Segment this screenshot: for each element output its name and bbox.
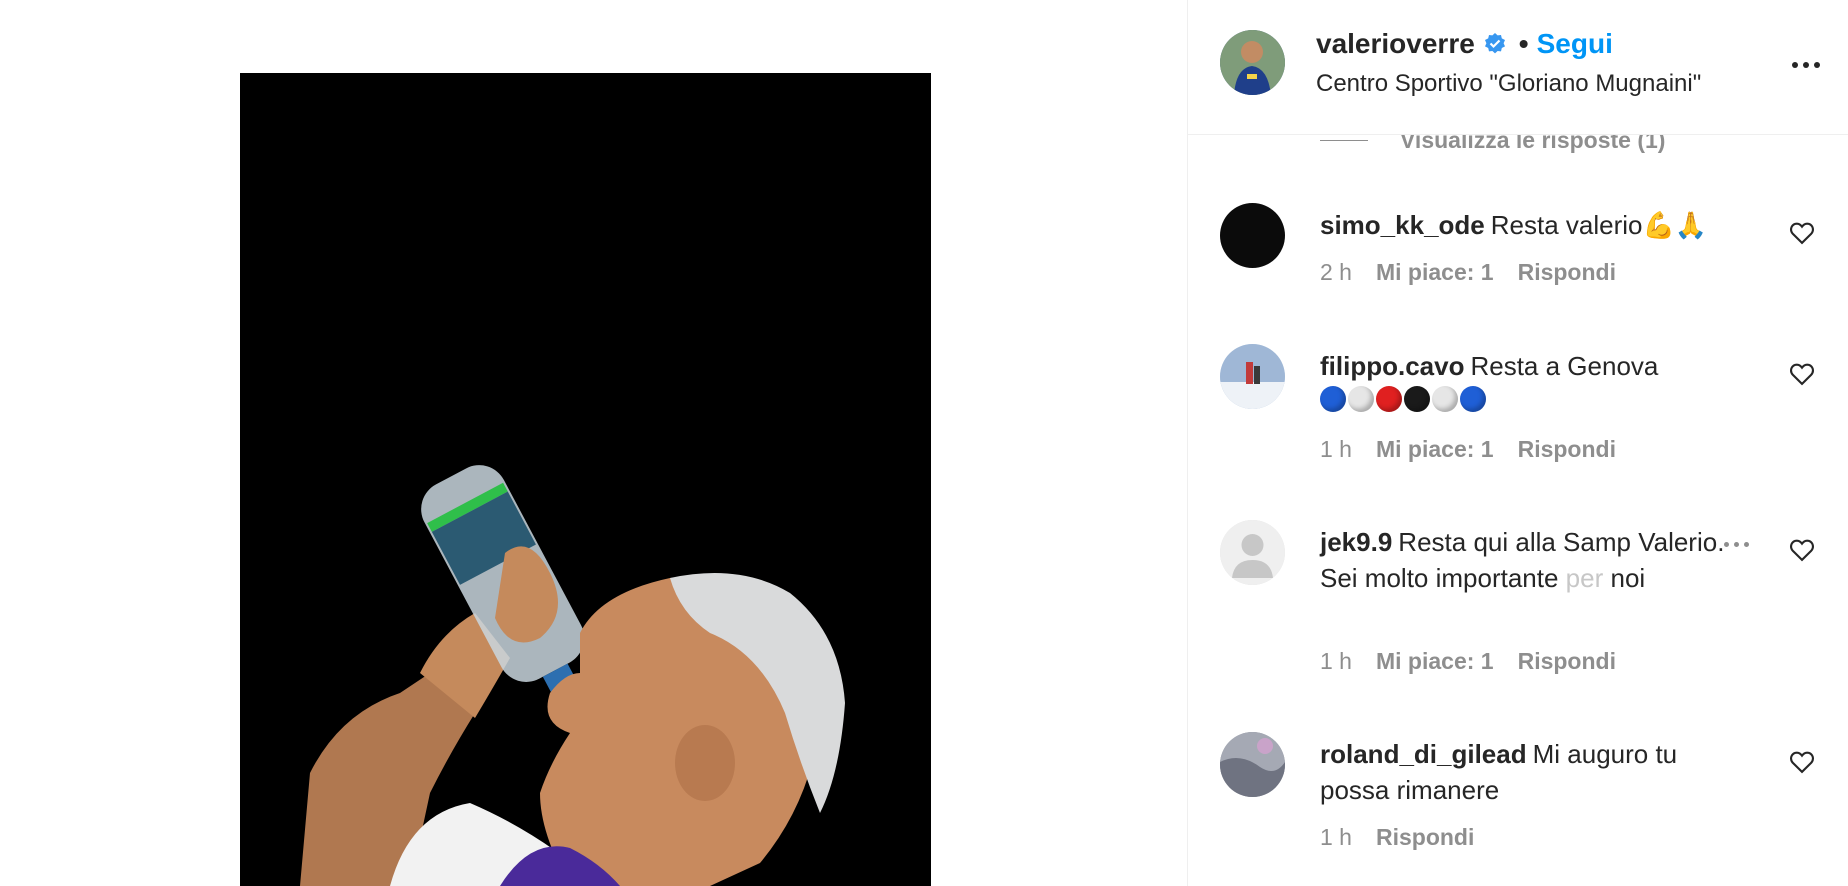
comment-time[interactable]: 1 h xyxy=(1320,824,1352,851)
replies-line xyxy=(1320,140,1368,141)
commenter-avatar[interactable] xyxy=(1220,344,1285,409)
comment-username[interactable]: simo_kk_ode xyxy=(1320,210,1485,240)
heart-outline-icon[interactable] xyxy=(1788,360,1816,388)
follow-button[interactable]: Segui xyxy=(1537,28,1613,60)
post-photo-image xyxy=(240,73,931,886)
blue-circle-emoji xyxy=(1320,386,1346,412)
comments-list: Visualizza le risposte (1) simo_kk_ode Re… xyxy=(1188,135,1848,886)
commenter-avatar[interactable] xyxy=(1220,732,1285,797)
heart-outline-icon[interactable] xyxy=(1788,748,1816,776)
comment-time[interactable]: 2 h xyxy=(1320,259,1352,286)
post-header: valerioverre • Segui Centro Sportivo "Gl… xyxy=(1188,0,1848,135)
comment-text: jek9.9 Resta qui alla Samp Valerio. Sei m… xyxy=(1320,524,1750,596)
view-replies-label: Visualizza le risposte (1) xyxy=(1400,135,1666,153)
post-location[interactable]: Centro Sportivo "Gloriano Mugnaini" xyxy=(1316,70,1701,98)
comment-likes[interactable]: Mi piace: 1 xyxy=(1376,259,1494,286)
red-circle-emoji xyxy=(1376,386,1402,412)
separator-dot: • xyxy=(1518,28,1529,59)
comment-username[interactable]: jek9.9 xyxy=(1320,527,1392,557)
comment-meta: 1 h Rispondi xyxy=(1320,824,1474,851)
commenter-avatar[interactable] xyxy=(1220,203,1285,268)
black-circle-emoji xyxy=(1404,386,1430,412)
comment-content-end: noi xyxy=(1603,563,1646,593)
owner-username[interactable]: valerioverre xyxy=(1316,28,1475,60)
comment-text: filippo.cavo Resta a Genova xyxy=(1320,348,1750,412)
white-circle-emoji xyxy=(1348,386,1374,412)
post-photo[interactable] xyxy=(240,73,931,886)
comment-content: Resta valerio💪🙏 xyxy=(1490,210,1708,240)
comment-content: Resta a Genova xyxy=(1470,351,1659,381)
comment-text: simo_kk_ode Resta valerio💪🙏 xyxy=(1320,207,1750,243)
reply-button[interactable]: Rispondi xyxy=(1518,648,1616,675)
comment-text: roland_di_gilead Mi auguro tu possa riman… xyxy=(1320,736,1750,808)
commenter-avatar[interactable] xyxy=(1220,520,1285,585)
comment-time[interactable]: 1 h xyxy=(1320,436,1352,463)
blue-circle-emoji xyxy=(1460,386,1486,412)
owner-avatar[interactable] xyxy=(1220,30,1285,95)
comment-meta: 2 h Mi piace: 1 Rispondi xyxy=(1320,259,1616,286)
reply-button[interactable]: Rispondi xyxy=(1376,824,1474,851)
comment-content-faded: per xyxy=(1558,563,1604,593)
comment-likes[interactable]: Mi piace: 1 xyxy=(1376,648,1494,675)
more-options-icon[interactable] xyxy=(1786,50,1826,80)
heart-outline-icon[interactable] xyxy=(1788,219,1816,247)
emoji-circles xyxy=(1320,386,1750,412)
comment-meta: 1 h Mi piace: 1 Rispondi xyxy=(1320,436,1616,463)
view-replies-button[interactable]: Visualizza le risposte (1) xyxy=(1320,135,1665,154)
comments-pane: valerioverre • Segui Centro Sportivo "Gl… xyxy=(1188,0,1848,886)
comment-more-icon[interactable] xyxy=(1724,542,1749,547)
white-circle-emoji xyxy=(1432,386,1458,412)
owner-row: valerioverre • Segui xyxy=(1316,28,1613,60)
reply-button[interactable]: Rispondi xyxy=(1518,259,1616,286)
media-pane xyxy=(0,0,1187,886)
reply-button[interactable]: Rispondi xyxy=(1518,436,1616,463)
comment-username[interactable]: roland_di_gilead xyxy=(1320,739,1527,769)
comment-time[interactable]: 1 h xyxy=(1320,648,1352,675)
comment-username[interactable]: filippo.cavo xyxy=(1320,351,1464,381)
comment-meta: 1 h Mi piace: 1 Rispondi xyxy=(1320,648,1616,675)
comment-likes[interactable]: Mi piace: 1 xyxy=(1376,436,1494,463)
verified-badge-icon xyxy=(1484,33,1505,54)
heart-outline-icon[interactable] xyxy=(1788,536,1816,564)
